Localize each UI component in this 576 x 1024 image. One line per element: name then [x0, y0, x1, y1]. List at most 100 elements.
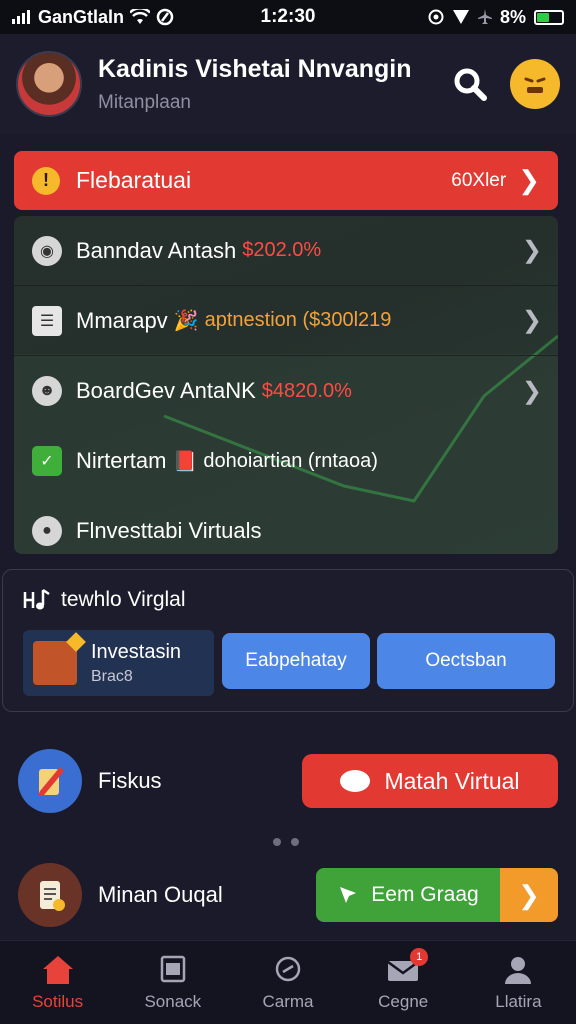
- list-item[interactable]: ● Flnvesttabi Virtuals: [14, 496, 558, 554]
- green-action-label: Eem Graag: [371, 883, 479, 906]
- bottom-navigation: Sotilus Sonack Carma 1 Cegne Llatira: [0, 940, 576, 1024]
- notification-badge: 1: [410, 947, 429, 966]
- cursor-arrow-icon: [340, 887, 357, 903]
- green-action-button[interactable]: Eem Graag ❯: [316, 868, 558, 922]
- alert-label: Flebaratuai: [76, 167, 192, 193]
- list-item-label: BoardGev AntaNK: [76, 378, 256, 403]
- user-icon: [501, 954, 535, 986]
- nav-item-messages[interactable]: 1 Cegne: [346, 941, 461, 1024]
- profile-subtitle: Mitanplaan: [98, 91, 191, 113]
- search-icon: [271, 954, 305, 986]
- cat-face-icon: ◉: [32, 235, 62, 266]
- list-item-value: $202.0%: [242, 239, 322, 261]
- book-icon: 📕: [172, 450, 198, 473]
- alert-banner[interactable]: ! Flebaratuai 60Xler ❯: [14, 151, 558, 210]
- clipboard-icon: [18, 863, 82, 927]
- list-item-value: aptnestion ($300l219: [204, 309, 392, 331]
- pagination-dot[interactable]: [291, 838, 299, 846]
- toolbox-icon: [33, 641, 77, 685]
- chart-up-icon: ✓: [32, 446, 62, 476]
- list-item-label: Flnvesttabi Virtuals: [76, 518, 262, 543]
- nav-label: Sotilus: [32, 991, 84, 1011]
- speech-bubble-icon: [340, 770, 371, 792]
- pencil-icon: [38, 767, 64, 796]
- chevron-right-icon: ❯: [518, 165, 540, 195]
- nav-label: Carma: [262, 991, 314, 1011]
- chevron-right-icon: ❯: [521, 237, 542, 264]
- notepad-icon: [40, 881, 65, 911]
- nav-item-profile[interactable]: Llatira: [461, 941, 576, 1024]
- home-icon: [41, 954, 75, 986]
- investment-title: Investasin: [91, 640, 182, 663]
- profile-header: Kadinis Vishetai Nnvangin Mitanplaan: [0, 34, 576, 134]
- cellular-signal-icon: [12, 10, 30, 24]
- section-title-text: tewhlo Virglal: [61, 588, 186, 611]
- nav-item-home[interactable]: Sotilus: [0, 941, 115, 1024]
- chevron-right-icon: ❯: [521, 377, 542, 405]
- stack-icon: [156, 954, 190, 986]
- virtual-match-button[interactable]: Matah Virtual: [302, 754, 558, 808]
- virtual-section: tewhlo Virglal Investasin Brac8 Eabpehat…: [2, 569, 574, 712]
- green-action-main[interactable]: Eem Graag: [316, 868, 500, 922]
- investment-tile[interactable]: Investasin Brac8: [23, 630, 214, 696]
- avatar[interactable]: [16, 51, 82, 117]
- status-time: 1:2:30: [260, 6, 316, 27]
- music-note-icon: [23, 588, 50, 610]
- secondary-button-2[interactable]: Oectsban: [377, 633, 555, 689]
- grimace-face-icon: [524, 77, 546, 93]
- nav-item-stack[interactable]: Sonack: [115, 941, 230, 1024]
- section-title: tewhlo Virglal: [23, 588, 186, 612]
- data-saver-icon: [156, 8, 174, 26]
- carrier-name: GanGtlaln: [38, 6, 125, 27]
- minan-row: Minan Ouqal Eem Graag ❯: [18, 860, 558, 930]
- alert-link[interactable]: 60Xler: [451, 170, 506, 192]
- list-item-value: dohoiartian (rntaoa): [203, 449, 378, 472]
- nav-label: Sonack: [144, 991, 202, 1011]
- wifi-icon: [130, 9, 151, 24]
- list-item[interactable]: ☻ BoardGev AntaNK $4820.0% ❯: [14, 356, 558, 426]
- menu-list: ◉ Banndav Antash $202.0% ❯ ☰ Mmarapv 🎉 a…: [14, 216, 558, 554]
- chevron-right-icon: ❯: [521, 307, 542, 334]
- nav-item-search[interactable]: Carma: [230, 941, 345, 1024]
- emoji-face-icon[interactable]: [510, 59, 560, 109]
- pencil-note-icon: [18, 749, 82, 813]
- list-item[interactable]: ✓ Nirtertam 📕 dohoiartian (rntaoa): [14, 426, 558, 496]
- flight-icon: [477, 9, 492, 24]
- battery-percent: 8%: [499, 6, 526, 27]
- location-pin-icon: ●: [32, 516, 62, 546]
- profile-name: Kadinis Vishetai Nnvangin: [98, 54, 412, 83]
- pagination-dot[interactable]: [273, 838, 281, 846]
- header-text: Kadinis Vishetai Nnvangin Mitanplaan: [98, 55, 450, 114]
- pagination-dots: [273, 838, 299, 846]
- virtual-match-label: Matah Virtual: [384, 767, 520, 794]
- fiskus-label: Fiskus: [98, 768, 162, 793]
- status-right: 8%: [364, 7, 564, 28]
- do-not-disturb-icon: [428, 9, 444, 25]
- nav-label: Cegne: [378, 991, 429, 1011]
- nav-label: Llatira: [495, 991, 542, 1011]
- minan-label: Minan Ouqal: [98, 882, 223, 907]
- battery-level: [537, 12, 549, 22]
- status-left: GanGtlaln: [12, 7, 212, 28]
- warning-icon: !: [32, 166, 60, 195]
- party-icon: 🎉: [173, 310, 199, 332]
- investment-subtitle: Brac8: [91, 667, 133, 685]
- secondary-button-1[interactable]: Eabpehatay: [222, 633, 370, 689]
- investment-text: Investasin Brac8: [91, 641, 181, 686]
- list-item-label: Mmarapv: [76, 307, 168, 333]
- search-button[interactable]: [450, 64, 490, 104]
- list-item-label: Nirtertam: [76, 448, 167, 473]
- list-item[interactable]: ◉ Banndav Antash $202.0% ❯: [14, 216, 558, 286]
- fiskus-row: Fiskus Matah Virtual: [18, 746, 558, 816]
- chevron-right-icon[interactable]: ❯: [500, 868, 558, 922]
- document-icon: ☰: [32, 305, 62, 336]
- list-item-value: $4820.0%: [261, 379, 352, 402]
- person-group-icon: ☻: [32, 376, 62, 406]
- status-bar: GanGtlaln 1:2:30 8%: [0, 0, 576, 34]
- list-item[interactable]: ☰ Mmarapv 🎉 aptnestion ($300l219 ❯: [14, 286, 558, 356]
- signal-triangle-icon: [452, 10, 469, 24]
- mail-icon: 1: [386, 947, 429, 986]
- battery-icon: [534, 9, 564, 25]
- list-item-label: Banndav Antash: [76, 237, 237, 263]
- search-icon: [454, 68, 487, 101]
